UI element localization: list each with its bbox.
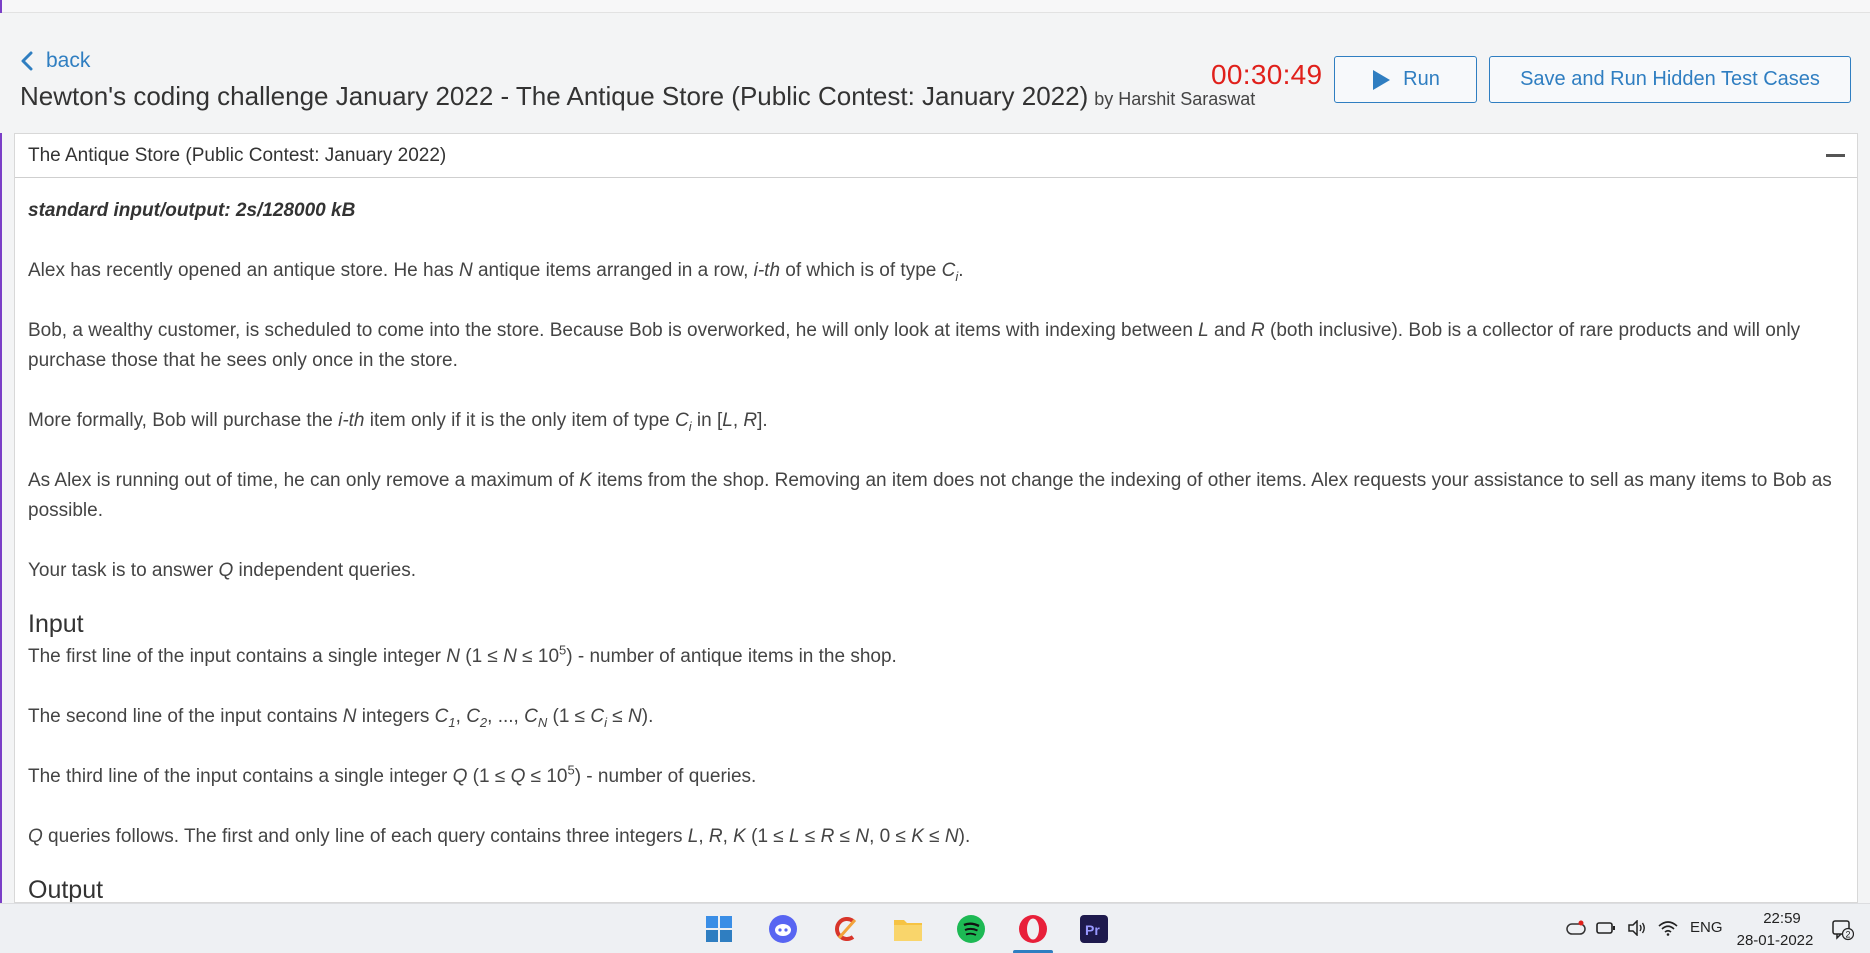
output-heading: Output bbox=[28, 876, 104, 903]
back-link[interactable]: back bbox=[20, 49, 90, 73]
problem-header: back Newton's coding challenge January 2… bbox=[0, 13, 1870, 133]
clock-date[interactable]: 28-01-2022 bbox=[1730, 932, 1820, 949]
battery-icon[interactable] bbox=[1595, 917, 1617, 939]
run-button[interactable]: Run bbox=[1334, 56, 1477, 103]
play-icon bbox=[1373, 69, 1391, 90]
input-heading: Input bbox=[28, 610, 84, 638]
statement-paragraph: More formally, Bob will purchase the i-t… bbox=[28, 410, 768, 434]
problem-title: Newton's coding challenge January 2022 -… bbox=[20, 81, 1089, 111]
statement-paragraph: As Alex is running out of time, he can o… bbox=[28, 470, 1832, 521]
clock-time[interactable]: 22:59 bbox=[1752, 910, 1812, 927]
file-explorer-icon[interactable] bbox=[892, 913, 924, 945]
save-run-hidden-tests-button[interactable]: Save and Run Hidden Test Cases bbox=[1489, 56, 1851, 103]
statement-paragraph: Alex has recently opened an antique stor… bbox=[28, 260, 964, 284]
input-line-4: Q queries follows. The first and only li… bbox=[28, 826, 971, 847]
ccleaner-icon[interactable] bbox=[830, 913, 862, 945]
language-indicator[interactable]: ENG bbox=[1690, 919, 1723, 936]
gamepad-icon[interactable] bbox=[1565, 917, 1587, 939]
limits-text: standard input/output: 2s/128000 kB bbox=[28, 200, 356, 221]
problem-panel: The Antique Store (Public Contest: Janua… bbox=[14, 133, 1858, 903]
collapse-icon[interactable] bbox=[1826, 154, 1845, 157]
windows-start-icon[interactable] bbox=[703, 913, 735, 945]
spotify-icon[interactable] bbox=[955, 913, 987, 945]
statement-paragraph: Your task is to answer Q independent que… bbox=[28, 560, 416, 581]
panel-title: The Antique Store (Public Contest: Janua… bbox=[28, 144, 447, 166]
input-line-1: The first line of the input contains a s… bbox=[28, 642, 897, 667]
notification-count: 2 bbox=[1846, 930, 1851, 940]
panel-header[interactable]: The Antique Store (Public Contest: Janua… bbox=[15, 134, 1857, 178]
problem-statement: standard input/output: 2s/128000 kB Alex… bbox=[15, 178, 1857, 903]
notification-icon[interactable]: 2 bbox=[1832, 919, 1854, 941]
input-line-3: The third line of the input contains a s… bbox=[28, 762, 757, 787]
window-top-edge bbox=[0, 0, 1870, 13]
discord-icon[interactable] bbox=[767, 913, 799, 945]
back-label: back bbox=[46, 49, 91, 72]
author-byline: by Harshit Saraswat bbox=[1094, 89, 1256, 109]
statement-paragraph: Bob, a wealthy customer, is scheduled to… bbox=[28, 320, 1801, 371]
window-left-accent bbox=[0, 0, 2, 903]
run-label: Run bbox=[1403, 68, 1440, 90]
chevron-left-icon bbox=[21, 51, 33, 71]
svg-text:Pr: Pr bbox=[1085, 922, 1100, 938]
opera-icon[interactable] bbox=[1017, 913, 1049, 945]
countdown-timer: 00:30:49 bbox=[1211, 59, 1323, 90]
taskbar: Pr ENG 22:59 28-01-2022 2 bbox=[0, 903, 1870, 953]
page-title: Newton's coding challenge January 2022 -… bbox=[20, 81, 1255, 112]
wifi-icon[interactable] bbox=[1657, 917, 1679, 939]
premiere-pro-icon[interactable]: Pr bbox=[1078, 913, 1110, 945]
volume-icon[interactable] bbox=[1626, 917, 1648, 939]
input-line-2: The second line of the input contains N … bbox=[28, 706, 654, 730]
